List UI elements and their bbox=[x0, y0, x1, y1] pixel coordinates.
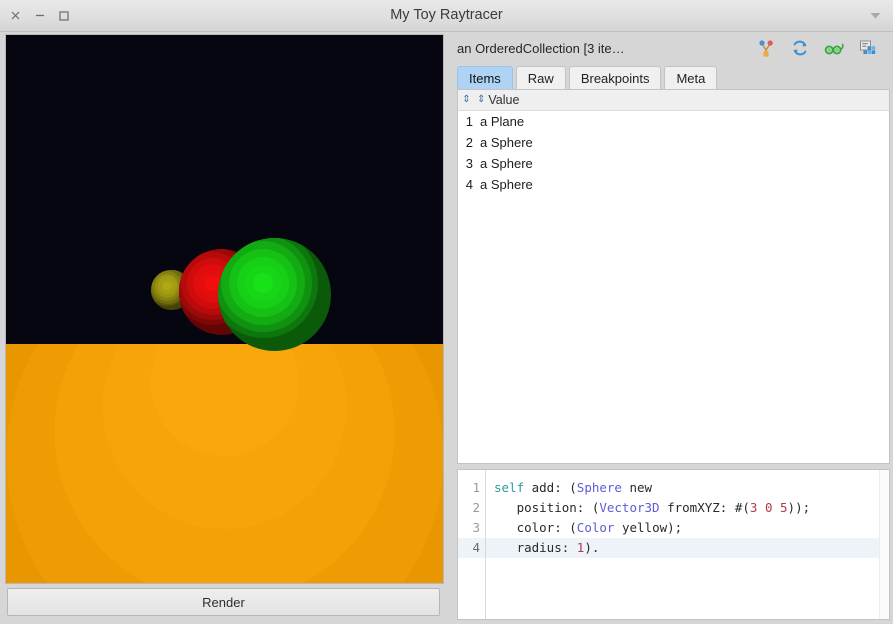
code-token: yellow); bbox=[614, 520, 683, 535]
line-number: 4 bbox=[458, 538, 485, 558]
render-button[interactable]: Render bbox=[7, 588, 440, 616]
column-header-value[interactable]: ⇕ Value bbox=[475, 93, 889, 107]
code-token: Vector3D bbox=[599, 500, 660, 515]
row-value: a Sphere bbox=[480, 156, 533, 171]
row-index: 2 bbox=[465, 135, 473, 150]
tab-breakpoints[interactable]: Breakpoints bbox=[568, 66, 662, 89]
sort-icon: ⇕ bbox=[462, 94, 471, 105]
inspector-tab-bar: Items Raw Breakpoints Meta bbox=[450, 64, 890, 89]
code-token: radius: bbox=[494, 540, 577, 555]
code-token: color: ( bbox=[494, 520, 577, 535]
items-list[interactable]: ⇕ ⇕ Value 1 a Plane 2 a Sphere 3 a Sphere 4 a S… bbox=[457, 89, 890, 464]
tab-meta[interactable]: Meta bbox=[664, 66, 718, 89]
items-list-header: ⇕ ⇕ Value bbox=[458, 90, 889, 111]
code-token: fromXYZ: #( bbox=[659, 500, 750, 515]
table-row[interactable]: 4 a Sphere bbox=[458, 174, 889, 195]
window-menu-chevron-down-icon[interactable] bbox=[870, 0, 881, 31]
code-token: self bbox=[494, 480, 525, 495]
scene-ground-plane bbox=[6, 343, 443, 583]
glasses-icon[interactable] bbox=[824, 38, 844, 58]
window-title: My Toy Raytracer bbox=[390, 7, 503, 23]
code-token: )); bbox=[787, 500, 811, 515]
tab-items[interactable]: Items bbox=[457, 66, 513, 89]
render-pane: Render bbox=[0, 32, 446, 624]
line-number: 1 bbox=[472, 480, 480, 495]
table-row[interactable]: 1 a Plane bbox=[458, 111, 889, 132]
code-line[interactable]: self add: (Sphere new bbox=[486, 478, 889, 498]
table-row[interactable]: 3 a Sphere bbox=[458, 153, 889, 174]
inspector-object-title: an OrderedCollection [3 ite… bbox=[457, 40, 625, 56]
column-header-index[interactable]: ⇕ bbox=[458, 95, 475, 105]
table-row[interactable]: 2 a Sphere bbox=[458, 132, 889, 153]
inspector-toolbar bbox=[756, 38, 884, 58]
raytraced-scene-canvas[interactable] bbox=[6, 35, 443, 583]
tab-raw[interactable]: Raw bbox=[515, 66, 566, 89]
line-number: 2 bbox=[472, 500, 480, 515]
inspector-pane: an OrderedCollection [3 ite… Items Raw B… bbox=[450, 32, 893, 624]
code-token: add: ( bbox=[524, 480, 577, 495]
row-index: 1 bbox=[465, 114, 473, 129]
code-line[interactable]: position: (Vector3D fromXYZ: #(3 0 5)); bbox=[486, 498, 889, 518]
code-token: ). bbox=[584, 540, 600, 555]
code-token: 5 bbox=[780, 500, 788, 515]
code-line[interactable]: color: (Color yellow); bbox=[486, 518, 889, 538]
green-sphere bbox=[217, 237, 332, 352]
sphere-shading-band bbox=[163, 282, 171, 290]
tree-hierarchy-icon[interactable] bbox=[756, 38, 776, 58]
code-token: Color bbox=[576, 520, 615, 535]
line-number: 3 bbox=[472, 520, 480, 535]
row-index: 4 bbox=[465, 177, 473, 192]
code-token: new bbox=[621, 480, 653, 495]
inspector-header: an OrderedCollection [3 ite… bbox=[450, 32, 890, 64]
code-line-numbers: 1 2 3 4 bbox=[458, 470, 486, 619]
code-scrollbar[interactable] bbox=[879, 470, 889, 619]
title-bar: My Toy Raytracer bbox=[0, 0, 893, 32]
code-token: Sphere bbox=[576, 480, 622, 495]
row-index: 3 bbox=[465, 156, 473, 171]
render-button-bar: Render bbox=[0, 584, 446, 624]
render-canvas-frame bbox=[5, 34, 444, 584]
refresh-icon[interactable] bbox=[790, 38, 810, 58]
column-header-value-label: Value bbox=[488, 93, 520, 107]
code-text[interactable]: self add: (Sphere new position: (Vector3… bbox=[486, 470, 889, 619]
window-body: Render an OrderedCollection [3 ite… Item… bbox=[0, 32, 893, 624]
row-value: a Sphere bbox=[480, 177, 533, 192]
row-value: a Sphere bbox=[480, 135, 533, 150]
row-value: a Plane bbox=[480, 114, 525, 129]
code-editor[interactable]: 1 2 3 4 self add: (Sphere new position: (Ve… bbox=[457, 469, 890, 620]
sort-icon: ⇕ bbox=[477, 94, 486, 105]
items-list-rows: 1 a Plane 2 a Sphere 3 a Sphere 4 a Sphere bbox=[458, 111, 889, 463]
application-window: My Toy Raytracer Render an OrderedCollec… bbox=[0, 0, 893, 624]
code-line[interactable]: radius: 1). bbox=[486, 538, 889, 558]
table-grid-icon[interactable] bbox=[858, 38, 878, 58]
code-token: position: ( bbox=[494, 500, 600, 515]
